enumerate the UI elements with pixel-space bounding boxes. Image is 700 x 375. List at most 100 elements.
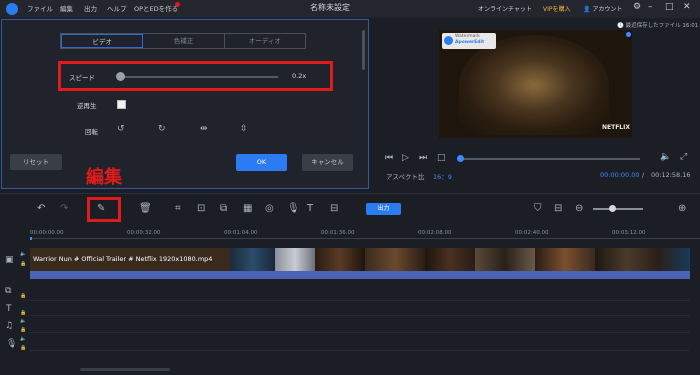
ruler-tick: 00:00:32.00	[127, 230, 161, 236]
minimize-icon[interactable]: –	[648, 2, 653, 12]
close-icon[interactable]: ✕	[683, 2, 691, 12]
flip-horizontal-icon[interactable]: ⇹	[200, 124, 208, 134]
watermark-top: Watermark	[455, 34, 480, 39]
watermark-brand: ApowerEdit	[455, 40, 485, 45]
video-track-icon: ▣	[5, 255, 14, 265]
zoom-in-icon[interactable]: ⊕	[678, 203, 686, 214]
crop-icon[interactable]: ⌗	[175, 203, 181, 214]
clip-frame	[425, 248, 475, 271]
export-button[interactable]: 出力	[366, 203, 401, 215]
voice-track-icon: 🎙	[6, 339, 18, 349]
ruler-line	[30, 238, 700, 239]
play-icon[interactable]: ▷	[402, 153, 409, 163]
video-track-volume-icon[interactable]: 🔈	[20, 251, 26, 257]
reverse-checkbox[interactable]	[117, 100, 126, 109]
maximize-icon[interactable]: □	[665, 2, 674, 12]
text-speech-icon[interactable]: T	[307, 203, 313, 214]
timeline-scrollbar[interactable]	[80, 368, 170, 371]
clip-frame	[365, 248, 425, 271]
music-track-lock-icon[interactable]: 🔒	[20, 327, 26, 333]
clip-frame	[535, 248, 595, 271]
menu-edit[interactable]: 編集	[60, 3, 73, 13]
watermark-logo-icon	[444, 36, 453, 45]
delete-icon[interactable]: 🗑	[139, 203, 152, 214]
ok-button[interactable]: OK	[236, 154, 287, 171]
track-divider	[30, 300, 690, 301]
title-bar: ファイル 編集 出力 ヘルプ OPとEDを作る 名称未設定 オンラインチャット …	[0, 0, 700, 18]
music-track-volume-icon[interactable]: 🔈	[20, 318, 26, 324]
speed-slider-knob[interactable]	[116, 72, 125, 81]
prev-frame-icon[interactable]: ⏮	[385, 153, 393, 163]
stop-icon[interactable]: □	[437, 153, 446, 163]
saved-note: 🕓 最近保存したファイル 16:01	[617, 23, 699, 29]
menu-export[interactable]: 出力	[84, 3, 97, 13]
clip-frame	[315, 248, 365, 271]
video-track-lock-icon[interactable]: 🔒	[20, 261, 26, 267]
snapshot-icon[interactable]: ◎	[265, 203, 274, 214]
tab-video[interactable]: ビデオ	[61, 34, 144, 48]
seek-bar-knob[interactable]	[457, 155, 464, 162]
video-clip[interactable]: Warrior Nun # Official Trailer # Netflix…	[30, 248, 690, 271]
app-logo-icon	[6, 3, 18, 15]
zoom-out-icon[interactable]: ⊖	[575, 203, 583, 214]
ruler-tick: 00:02:08.00	[418, 230, 452, 236]
info-icon	[626, 32, 631, 37]
fit-timeline-icon[interactable]: ⊟	[554, 203, 562, 214]
edit-tabs: ビデオ 色補正 オーディオ	[60, 33, 306, 49]
time-total: 00:12:58.16	[651, 171, 691, 179]
mosaic-icon[interactable]: ▦	[243, 203, 252, 214]
shield-icon[interactable]: ⛉	[534, 203, 542, 214]
menu-help[interactable]: ヘルプ	[107, 3, 127, 13]
zoom-slider-knob[interactable]	[609, 205, 616, 212]
speed-slider[interactable]	[118, 76, 278, 78]
menu-file[interactable]: ファイル	[27, 3, 53, 13]
ruler-tick: 00:00:00.00	[30, 230, 64, 236]
aspect-value[interactable]: 16：9	[433, 171, 452, 181]
track-divider	[30, 350, 690, 351]
track-divider	[30, 315, 690, 316]
speed-label: スピード	[69, 74, 95, 82]
clip-frame	[275, 248, 315, 271]
edit-pencil-icon[interactable]: ✎	[97, 203, 105, 214]
next-frame-icon[interactable]: ⏭	[419, 153, 427, 163]
seek-bar[interactable]	[460, 158, 640, 160]
panel-scrollbar[interactable]	[362, 30, 365, 70]
voice-track-lock-icon[interactable]: 🔒	[20, 345, 26, 351]
rotate-left-icon[interactable]: ↺	[117, 124, 125, 134]
microphone-icon[interactable]: 🎙	[287, 203, 300, 214]
resize-icon[interactable]: ⊡	[197, 203, 205, 214]
text-track-lock-icon[interactable]: 🔒	[20, 310, 26, 316]
notification-dot	[175, 2, 180, 7]
saved-note-text: 最近保存したファイル 16:01	[625, 23, 699, 29]
netflix-logo: NETFLIX	[602, 124, 630, 131]
annotation-edit-label: 編集	[86, 167, 122, 188]
redo-icon[interactable]: ↷	[60, 203, 68, 214]
ruler-tick: 00:01:36.00	[321, 230, 355, 236]
music-track-icon: ♫	[5, 321, 14, 331]
account-link[interactable]: 👤 アカウント	[583, 4, 622, 13]
text-track-icon: T	[6, 304, 12, 314]
menu-op-ed[interactable]: OPとEDを作る	[134, 3, 178, 13]
fullscreen-icon[interactable]: ⤢	[680, 152, 687, 162]
split-icon[interactable]: ⧉	[220, 203, 227, 214]
window-title: 名称未設定	[310, 3, 350, 12]
clip-frame	[230, 248, 275, 271]
online-chat-link[interactable]: オンラインチャット	[478, 4, 532, 13]
settings-icon[interactable]: ⚙	[633, 2, 641, 12]
volume-icon[interactable]: 🔈	[660, 152, 671, 162]
tab-audio[interactable]: オーディオ	[225, 34, 305, 48]
vip-purchase-link[interactable]: VIPを購入	[543, 4, 571, 13]
subtitle-icon[interactable]: ⊟	[330, 203, 338, 214]
watermark: Watermark ApowerEdit	[442, 33, 496, 49]
voice-track-volume-icon[interactable]: 🔈	[20, 336, 26, 342]
zoom-slider[interactable]	[593, 208, 643, 210]
account-label: アカウント	[592, 6, 623, 13]
reset-button[interactable]: リセット	[10, 154, 62, 170]
rotate-right-icon[interactable]: ↻	[158, 124, 166, 134]
undo-icon[interactable]: ↶	[37, 203, 45, 214]
audio-waveform	[30, 271, 690, 279]
tab-color-correction[interactable]: 色補正	[143, 34, 225, 48]
overlay-track-lock-icon[interactable]: 🔒	[20, 293, 26, 299]
flip-vertical-icon[interactable]: ⇳	[240, 124, 248, 134]
cancel-button[interactable]: キャンセル	[302, 154, 353, 171]
